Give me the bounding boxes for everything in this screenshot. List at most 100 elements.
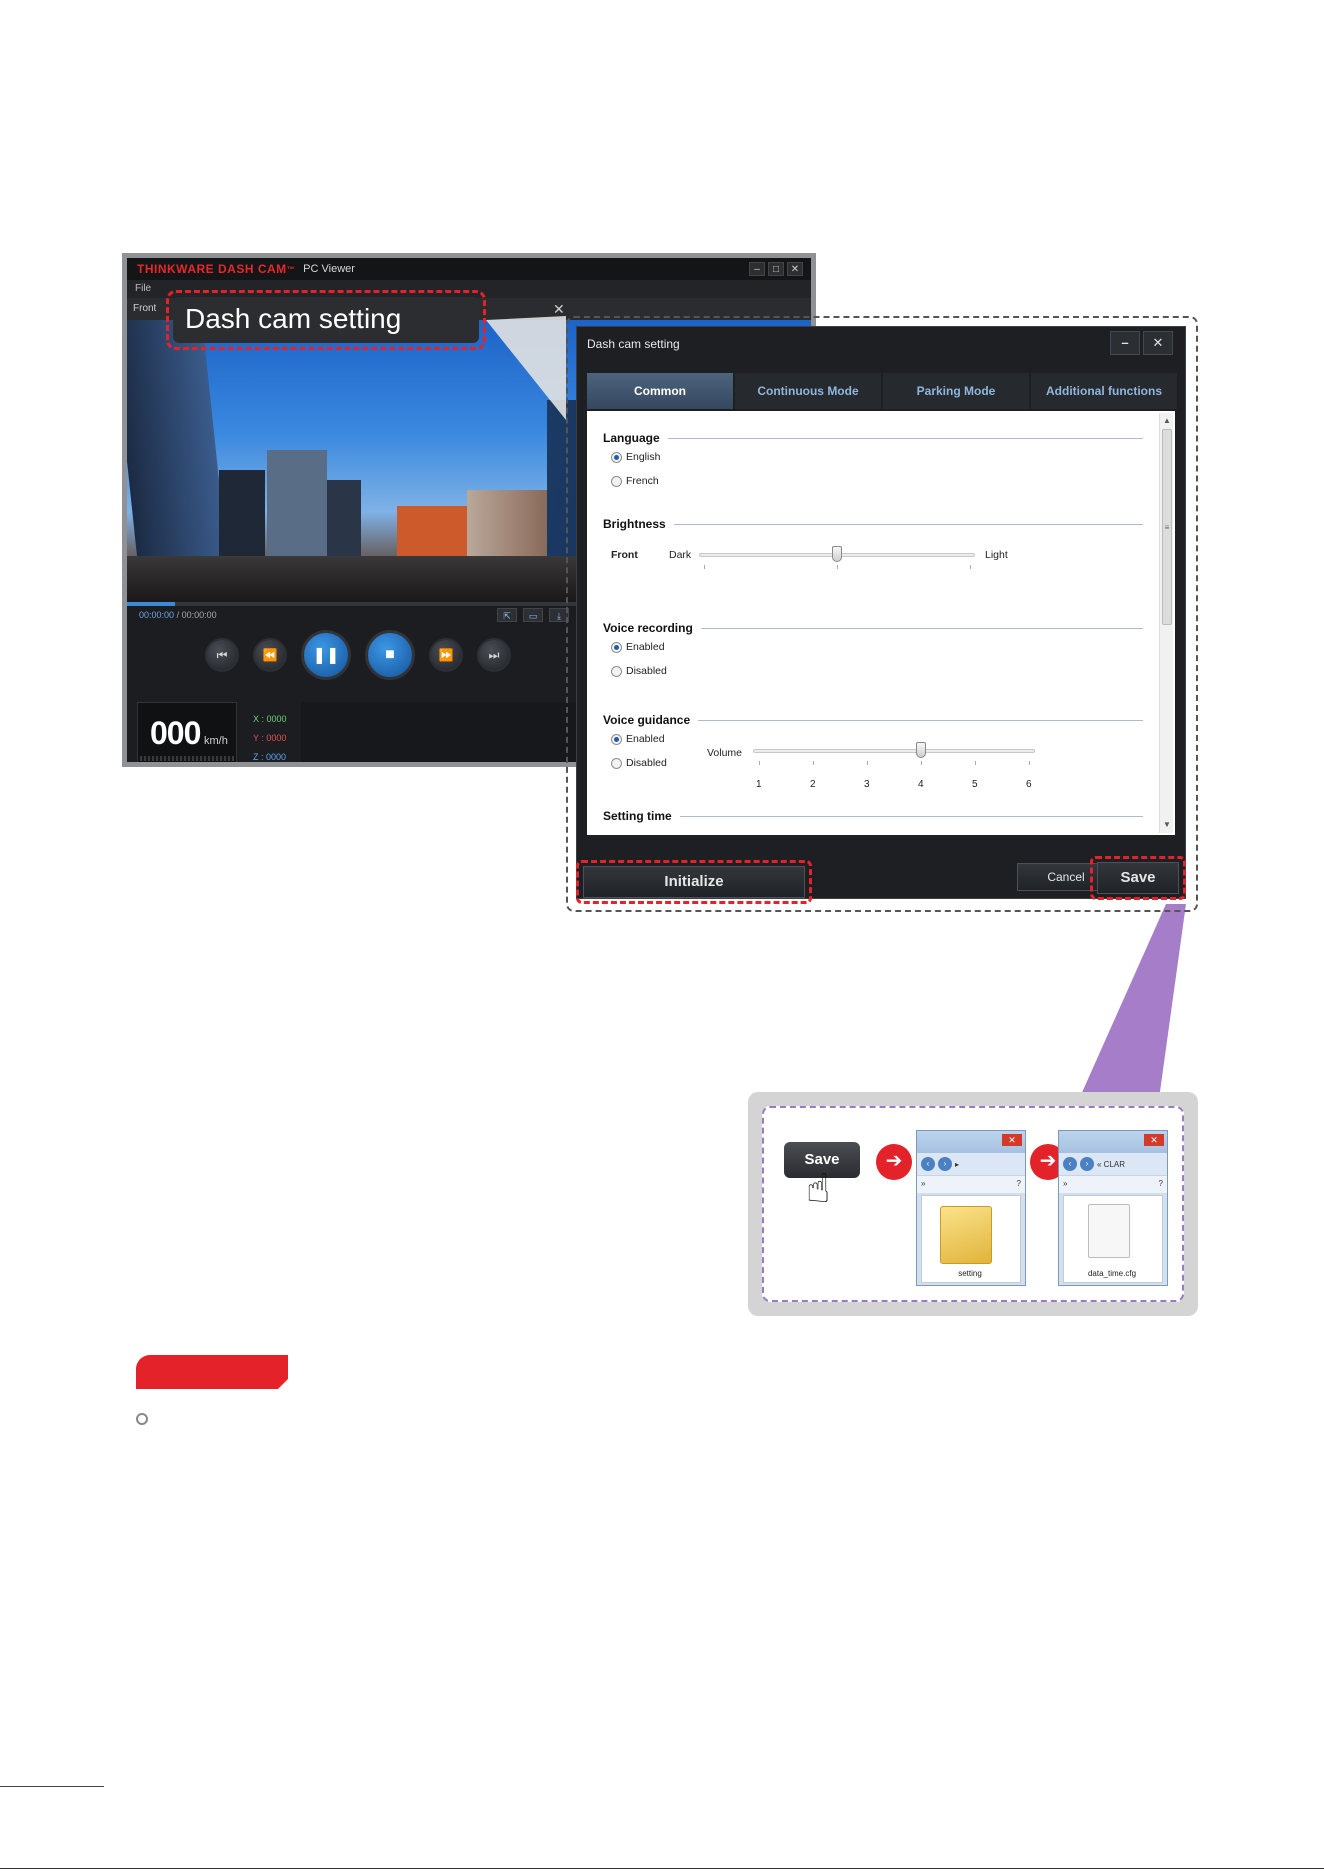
viewer-brand-tm: ™	[286, 264, 296, 274]
save-flow-inset: Save ☝ ➔ ✕ ‹ › ▸ »? setting ➔ ✕ ‹ › « CLAR »…	[748, 1092, 1198, 1316]
radio-recording-enabled[interactable]: Enabled	[611, 635, 1143, 659]
forward-icon[interactable]: ›	[938, 1157, 952, 1171]
tab-additional-functions[interactable]: Additional functions	[1031, 373, 1177, 409]
radio-label: Disabled	[626, 665, 667, 677]
save-button[interactable]: Save	[1097, 862, 1179, 894]
file-label: data_time.cfg	[1087, 1269, 1137, 1278]
save-flow-frame: Save ☝ ➔ ✕ ‹ › ▸ »? setting ➔ ✕ ‹ › « CLAR »…	[762, 1106, 1184, 1302]
maximize-icon[interactable]: □	[768, 262, 784, 276]
radio-recording-disabled[interactable]: Disabled	[611, 659, 1143, 683]
dialog-window-controls: – ✕	[1110, 331, 1173, 355]
radio-label: Disabled	[626, 757, 667, 769]
section-setting-time: Setting time	[603, 809, 1143, 823]
bullet-icon	[136, 1413, 148, 1425]
skip-back-icon[interactable]: ⏮	[205, 638, 239, 672]
file-icon[interactable]	[1088, 1204, 1130, 1258]
radio-guidance-disabled[interactable]: Disabled	[611, 751, 1143, 775]
minimize-icon[interactable]: –	[749, 262, 765, 276]
skip-forward-icon[interactable]: ⏭	[477, 638, 511, 672]
save-flow-pointer	[1076, 904, 1186, 1106]
explorer-path: « CLAR	[1097, 1159, 1126, 1169]
time-readout: 00:00:00 / 00:00:00	[139, 610, 217, 620]
initialize-button[interactable]: Initialize	[583, 866, 805, 898]
close-icon[interactable]: ✕	[787, 262, 803, 276]
pointer-hand-icon: ☝	[806, 1167, 831, 1211]
language-heading: Language	[603, 431, 660, 445]
help-icon[interactable]: ?	[1017, 1179, 1021, 1190]
radio-off-icon	[611, 665, 622, 677]
viewer-subtitle: PC Viewer	[303, 263, 355, 275]
dialog-scrollbar[interactable]: ▲ ≡ ▼	[1159, 413, 1173, 833]
dialog-title: Dash cam setting	[587, 337, 680, 351]
radio-french[interactable]: French	[611, 469, 1143, 493]
dash-cam-setting-callout-label: Dash cam setting	[173, 297, 479, 343]
scroll-up-icon[interactable]: ▲	[1160, 415, 1174, 427]
back-icon[interactable]: ‹	[1063, 1157, 1077, 1171]
explorer-nav: ‹ › « CLAR	[1059, 1153, 1167, 1175]
back-icon[interactable]: ‹	[921, 1157, 935, 1171]
volume-slider-thumb[interactable]	[916, 742, 926, 758]
close-icon[interactable]: ✕	[1143, 331, 1173, 355]
explorer-pane: data_time.cfg	[1063, 1195, 1163, 1283]
scroll-thumb[interactable]: ≡	[1162, 429, 1172, 625]
viewer-mini-toolbar: ⇱ ▭ ⤓	[497, 608, 569, 622]
scroll-down-icon[interactable]: ▼	[1160, 819, 1174, 831]
viewer-window-controls: – □ ✕	[749, 262, 803, 276]
section-heading: Brightness	[603, 517, 1143, 531]
radio-label: Enabled	[626, 641, 665, 653]
pause-icon[interactable]: ❚❚	[301, 630, 351, 680]
viewer-brand: THINKWARE DASH CAM	[137, 262, 287, 276]
divider	[698, 719, 1143, 721]
folder-icon[interactable]	[940, 1206, 992, 1264]
volume-scale-label: 1	[756, 779, 762, 790]
radio-guidance-enabled[interactable]: Enabled	[611, 727, 1143, 751]
brightness-slider-thumb[interactable]	[832, 546, 842, 562]
divider	[679, 815, 1143, 817]
tick	[837, 565, 838, 569]
close-icon[interactable]: ✕	[1002, 1134, 1022, 1146]
arrow-right-icon: ➔	[876, 1144, 912, 1180]
volume-scale-label: 4	[918, 779, 924, 790]
voice-recording-heading: Voice recording	[603, 621, 693, 635]
volume-scale-label: 5	[972, 779, 978, 790]
fast-forward-icon[interactable]: ⏩	[429, 638, 463, 672]
explorer-toolbar: »?	[917, 1175, 1025, 1193]
radio-label: French	[626, 475, 659, 487]
radio-on-icon	[611, 641, 622, 653]
breadcrumb-icon: ▸	[955, 1159, 960, 1169]
tab-parking-mode[interactable]: Parking Mode	[883, 373, 1029, 409]
radio-off-icon	[611, 475, 622, 487]
close-icon[interactable]: ✕	[1144, 1134, 1164, 1146]
capture-icon[interactable]: ▭	[523, 608, 543, 622]
more-icon[interactable]: »	[921, 1179, 925, 1190]
dialog-body: Language English French Brightness Front…	[587, 411, 1175, 835]
rewind-icon[interactable]: ⏪	[253, 638, 287, 672]
dialog-tabs: Common Continuous Mode Parking Mode Addi…	[587, 373, 1177, 409]
brightness-front-label: Front	[611, 549, 638, 561]
more-icon[interactable]: »	[1063, 1179, 1067, 1190]
volume-slider-track[interactable]	[753, 749, 1035, 753]
export-icon[interactable]: ⇱	[497, 608, 517, 622]
tab-common[interactable]: Common	[587, 373, 733, 409]
explorer-window-file: ✕ ‹ › « CLAR »? data_time.cfg	[1058, 1130, 1168, 1286]
help-icon[interactable]: ?	[1159, 1179, 1163, 1190]
radio-on-icon	[611, 733, 622, 745]
volume-tick	[1029, 761, 1030, 765]
stop-icon[interactable]: ■	[365, 630, 415, 680]
minimize-icon[interactable]: –	[1110, 331, 1140, 355]
time-current: 00:00:00	[139, 610, 175, 620]
forward-icon[interactable]: ›	[1080, 1157, 1094, 1171]
section-heading: Voice guidance	[603, 713, 1143, 727]
axis-z-readout: Z : 0000	[253, 752, 287, 762]
radio-english[interactable]: English	[611, 445, 1143, 469]
radio-label: English	[626, 451, 661, 463]
explorer-titlebar: ✕	[917, 1131, 1025, 1153]
close-icon[interactable]: ✕	[553, 301, 565, 318]
tab-continuous-mode[interactable]: Continuous Mode	[735, 373, 881, 409]
volume-tick	[759, 761, 760, 765]
dash-cam-setting-callout[interactable]: Dash cam setting	[166, 290, 486, 350]
axis-y-readout: Y : 0000	[253, 733, 287, 743]
section-voice-guidance: Voice guidance Enabled Disabled Volume 1…	[603, 713, 1143, 813]
volume-label: Volume	[707, 747, 743, 759]
note-tab	[136, 1355, 288, 1389]
